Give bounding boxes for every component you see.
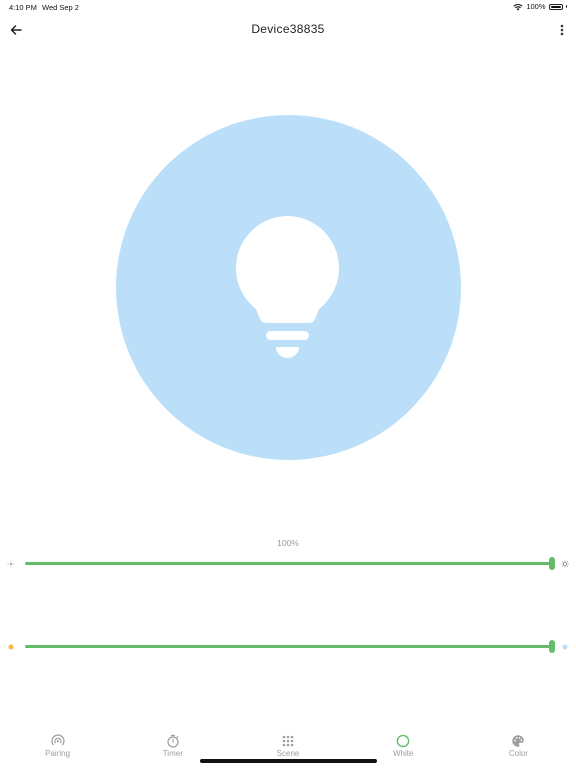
light-bulb-icon	[235, 216, 340, 358]
tab-timer-label: Timer	[162, 749, 183, 758]
temperature-slider-fill	[25, 645, 552, 648]
white-circle-icon	[396, 734, 410, 748]
battery-icon	[548, 3, 563, 10]
palette-icon	[512, 735, 525, 747]
more-vertical-icon[interactable]	[556, 22, 568, 38]
wifi-icon	[513, 3, 523, 10]
battery-percent: 100%	[526, 2, 546, 11]
pairing-icon	[51, 734, 65, 746]
home-indicator	[200, 759, 377, 763]
brightness-slider[interactable]	[25, 557, 555, 570]
tab-scene-label: Scene	[276, 749, 300, 758]
tab-pairing-label: Pairing	[45, 749, 71, 758]
brightness-percent-label: 100%	[277, 538, 299, 548]
tab-white-label: White	[392, 749, 414, 758]
brightness-slider-row	[0, 556, 576, 572]
battery-tip	[565, 5, 567, 8]
temperature-slider-thumb[interactable]	[549, 640, 555, 653]
scene-grid-icon	[282, 735, 294, 747]
status-indicators: 100%	[513, 2, 567, 11]
page-title: Device38835	[251, 22, 325, 36]
tab-pairing[interactable]: Pairing	[0, 730, 115, 768]
brightness-slider-fill	[25, 562, 552, 565]
status-time: 4:10 PM	[9, 3, 37, 12]
status-bar: 4:10 PM Wed Sep 2 100%	[0, 0, 576, 14]
warm-dot-icon	[8, 644, 14, 650]
app-header: Device38835	[0, 14, 576, 46]
cool-dot-icon	[562, 644, 568, 650]
brightness-high-icon	[561, 560, 569, 568]
tab-color[interactable]: Color	[461, 730, 576, 768]
tab-color-label: Color	[508, 749, 528, 758]
status-date: Wed Sep 2	[42, 3, 79, 12]
temperature-slider[interactable]	[25, 640, 555, 653]
brightness-low-icon	[7, 560, 15, 568]
brightness-slider-thumb[interactable]	[549, 557, 555, 570]
timer-icon	[167, 734, 179, 748]
temperature-slider-row	[0, 639, 576, 655]
